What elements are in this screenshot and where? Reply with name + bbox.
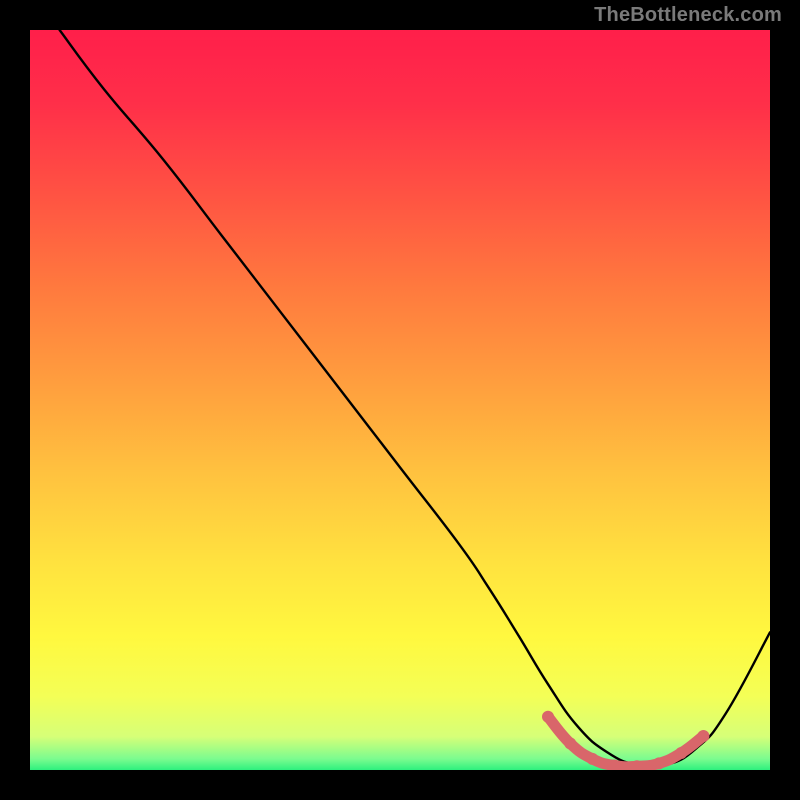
plot-area [30, 30, 770, 770]
chart-frame: TheBottleneck.com [0, 0, 800, 800]
attribution-text: TheBottleneck.com [594, 4, 782, 27]
optimal-range-marker [30, 30, 770, 770]
